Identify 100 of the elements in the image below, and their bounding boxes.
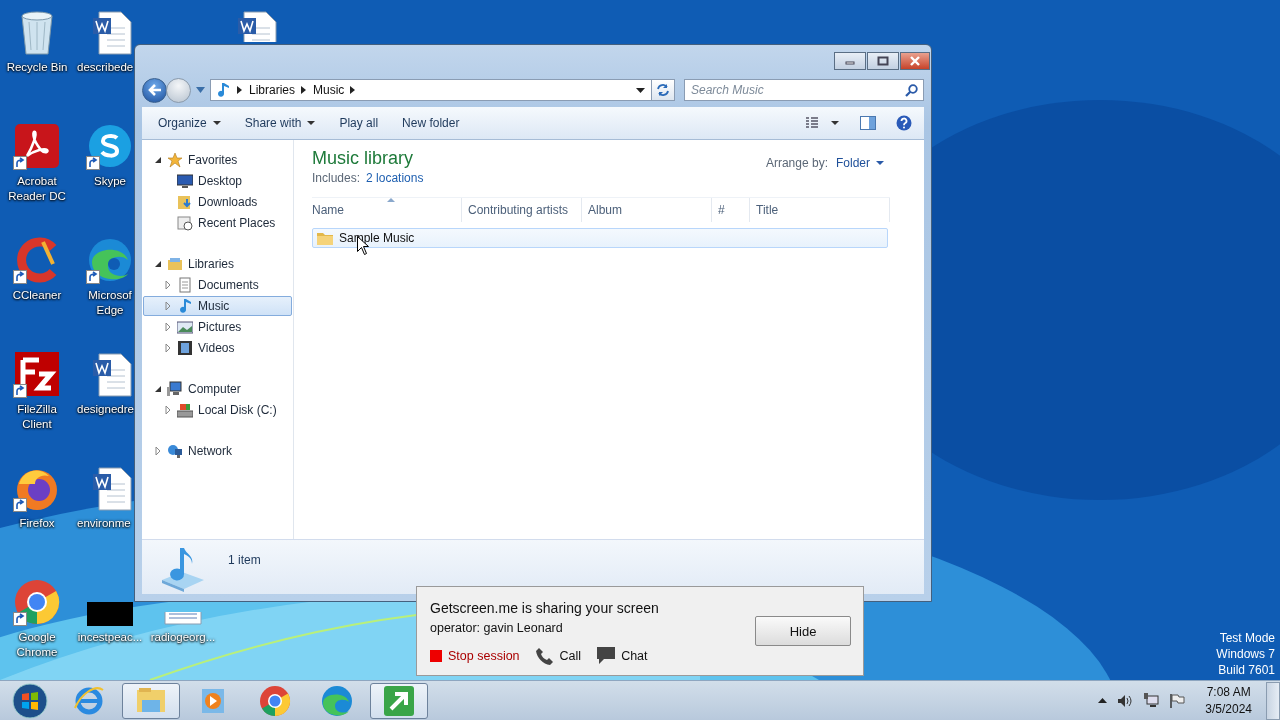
monitor-icon xyxy=(177,173,193,189)
column-header[interactable]: Title xyxy=(750,198,890,222)
item-count: 1 item xyxy=(228,553,261,567)
toolbar-button[interactable]: Play all xyxy=(329,112,389,134)
caret-icon xyxy=(307,121,316,125)
desktop-icon-label[interactable]: describede xyxy=(77,60,134,75)
nav-item[interactable]: Favorites xyxy=(143,150,292,170)
skype-icon[interactable] xyxy=(86,122,134,170)
breadcrumb-arrow-icon[interactable] xyxy=(350,86,357,94)
breadcrumb-arrow-icon[interactable] xyxy=(301,86,308,94)
preview-pane-icon[interactable] xyxy=(860,116,876,130)
back-button[interactable] xyxy=(142,77,167,103)
minimize-button[interactable] xyxy=(834,52,866,70)
computer-icon xyxy=(167,381,183,397)
stop-square-icon xyxy=(430,649,442,662)
column-header[interactable]: # xyxy=(712,198,750,222)
breadcrumb[interactable]: Music xyxy=(313,83,345,97)
library-icon xyxy=(167,256,183,272)
expander-triangle-icon[interactable] xyxy=(154,260,162,268)
desktop-icon-label[interactable]: FileZilla Client xyxy=(4,402,70,432)
expander-triangle-icon[interactable] xyxy=(154,156,162,164)
nav-item[interactable]: Videos xyxy=(143,338,292,358)
edge-icon[interactable] xyxy=(86,236,134,284)
close-icon xyxy=(909,56,921,66)
session-action-link[interactable]: Chat xyxy=(597,646,648,665)
nav-item[interactable]: Music xyxy=(143,296,292,316)
session-action-link[interactable]: Stop session xyxy=(430,646,520,665)
close-button[interactable] xyxy=(900,52,930,70)
phone-icon xyxy=(535,646,554,665)
nav-item[interactable]: Pictures xyxy=(143,317,292,337)
desktop-icon-label[interactable]: Microsof Edge xyxy=(87,288,133,318)
edge-icon xyxy=(320,683,354,718)
test-mode-notice: Windows 7 xyxy=(1216,646,1275,662)
desktop-icon-label[interactable]: Skype xyxy=(94,174,126,189)
test-mode-notice: Build 7601 xyxy=(1218,662,1275,678)
desktop-icon-label[interactable]: CCleaner xyxy=(12,288,62,303)
star-icon xyxy=(167,152,183,168)
shortcut-arrow-icon xyxy=(13,270,27,284)
desktop-icon-label[interactable]: Acrobat Reader DC xyxy=(4,174,70,204)
operator-name: operator: gavin Leonard xyxy=(430,620,564,635)
column-header[interactable]: Album xyxy=(582,198,712,222)
column-header[interactable]: Contributing artists xyxy=(462,198,582,222)
nav-item[interactable]: Downloads xyxy=(143,192,292,212)
desktop-icon-label[interactable]: Recycle Bin xyxy=(6,60,68,75)
toolbar-button[interactable]: Share with xyxy=(234,112,326,134)
sharing-message: Getscreen.me is sharing your screen xyxy=(430,599,659,616)
refresh-button[interactable] xyxy=(651,79,675,101)
nav-item[interactable]: Recent Places xyxy=(143,213,292,233)
music-note-icon xyxy=(217,82,231,98)
expander-triangle-icon[interactable] xyxy=(154,385,162,393)
speaker-icon[interactable] xyxy=(1117,693,1134,708)
search-field[interactable]: Search Music xyxy=(684,79,924,101)
chat-bubble-icon xyxy=(597,647,616,664)
taskbar-app-button[interactable] xyxy=(370,682,428,719)
taskbar-app-button[interactable] xyxy=(122,682,180,719)
chrome-icon[interactable] xyxy=(13,578,61,626)
help-icon[interactable] xyxy=(896,115,912,131)
nav-item[interactable]: Libraries xyxy=(143,254,292,274)
desktop-icon-label[interactable]: designedre xyxy=(77,402,134,417)
flag-icon[interactable] xyxy=(1169,693,1186,708)
toolbar-button[interactable]: Organize xyxy=(148,112,231,134)
nav-item[interactable]: Documents xyxy=(143,275,292,295)
arrange-by-label: Arrange by: xyxy=(765,156,828,170)
test-mode-notice: Test Mode xyxy=(1219,630,1275,646)
folder-row[interactable]: Sample Music xyxy=(312,228,888,248)
document-icon xyxy=(177,277,193,293)
column-header[interactable]: Name xyxy=(312,198,462,222)
caret-icon xyxy=(212,121,221,125)
recent-places-icon xyxy=(177,215,193,231)
shortcut-arrow-icon xyxy=(13,156,27,170)
nav-item[interactable]: Local Disk (C:) xyxy=(143,400,292,420)
nav-item[interactable]: Network xyxy=(143,441,292,461)
dropdown-caret-icon[interactable] xyxy=(636,87,645,93)
caret-icon xyxy=(876,161,884,165)
network-icon[interactable] xyxy=(1143,693,1160,708)
nav-item[interactable]: Desktop xyxy=(143,171,292,191)
locations-link[interactable]: 2 locations xyxy=(366,171,424,185)
breadcrumb[interactable]: Libraries xyxy=(249,83,296,97)
thumbnail-icon[interactable] xyxy=(87,602,133,626)
arrange-dropdown[interactable]: Folder xyxy=(832,154,888,172)
shortcut-arrow-icon xyxy=(13,384,27,398)
breadcrumb-arrow-icon[interactable] xyxy=(237,86,243,94)
pdf-app-icon[interactable] xyxy=(13,122,61,170)
drive-icon xyxy=(177,402,193,418)
nav-item[interactable]: Computer xyxy=(143,379,292,399)
filezilla-icon[interactable] xyxy=(13,350,61,398)
session-action-link[interactable]: Call xyxy=(535,646,582,665)
back-arrow-icon xyxy=(147,84,162,96)
sort-arrow-icon xyxy=(386,198,395,202)
show-hidden-icons-icon[interactable] xyxy=(1098,698,1108,703)
maximize-button[interactable] xyxy=(867,52,899,70)
shortcut-arrow-icon xyxy=(86,156,100,170)
search-icon[interactable] xyxy=(905,84,918,97)
clock[interactable]: 7:08 AM 3/5/2024 xyxy=(1201,683,1256,718)
address-bar[interactable]: Libraries Music xyxy=(210,79,652,101)
shortcut-arrow-icon xyxy=(13,612,27,626)
view-options-icon[interactable] xyxy=(806,117,840,129)
toolbar-button[interactable]: New folder xyxy=(392,112,470,134)
hide-button[interactable]: Hide xyxy=(755,616,851,646)
history-caret-icon[interactable] xyxy=(196,87,205,93)
